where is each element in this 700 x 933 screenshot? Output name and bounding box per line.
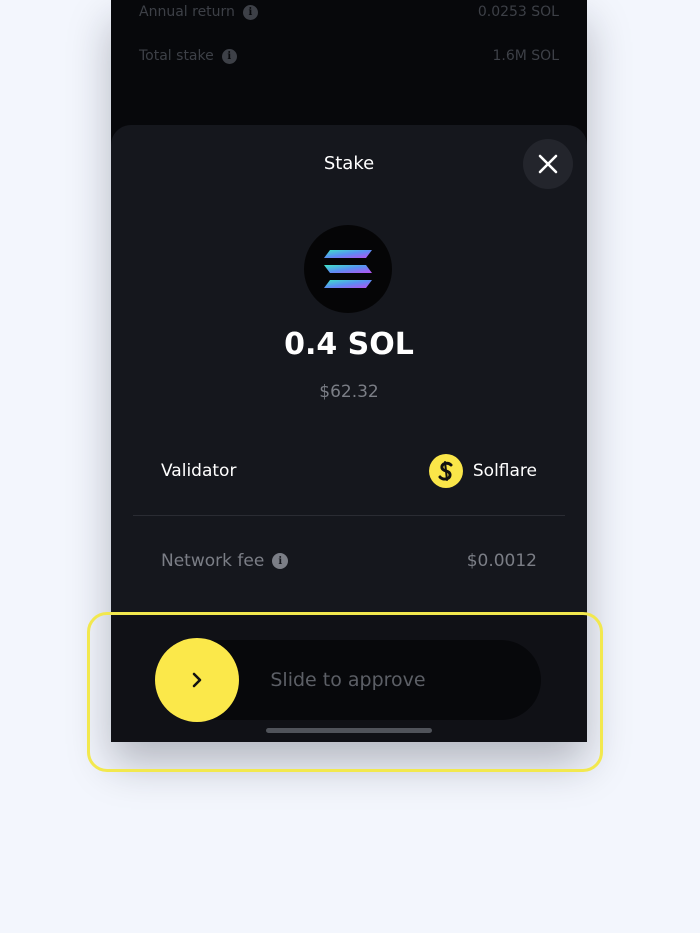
- total-stake-row: Total stake i 1.6M SOL: [139, 44, 559, 68]
- phone-screen: Annual return i 0.0253 SOL Total stake i…: [111, 0, 587, 742]
- stake-amount: 0.4 SOL: [284, 327, 414, 362]
- info-icon[interactable]: i: [272, 553, 289, 569]
- chevron-right-icon: [192, 672, 202, 688]
- info-icon[interactable]: i: [242, 4, 258, 20]
- sheet-title: Stake: [323, 153, 375, 174]
- solflare-icon: [438, 461, 453, 481]
- network-fee-label: Network fee: [161, 551, 265, 571]
- total-stake-label: Total stake: [139, 48, 214, 64]
- validator-label: Validator: [161, 461, 237, 481]
- approve-footer: Slide to approve: [111, 615, 587, 742]
- close-button[interactable]: [523, 139, 573, 189]
- network-fee-row: Network fee i $0.0012: [161, 543, 537, 579]
- home-indicator: [266, 728, 432, 733]
- slider-handle[interactable]: [155, 638, 239, 722]
- solana-logo: [304, 225, 392, 313]
- network-fee-value: $0.0012: [466, 551, 537, 571]
- solflare-logo: [428, 454, 463, 488]
- validator-value: Solflare: [428, 454, 537, 488]
- divider: [133, 515, 565, 516]
- slide-to-approve-slider[interactable]: Slide to approve: [155, 638, 541, 722]
- close-icon: [538, 154, 558, 174]
- annual-return-label: Annual return: [139, 4, 235, 20]
- annual-return-row: Annual return i 0.0253 SOL: [139, 0, 559, 24]
- stake-usd-value: $62.32: [319, 382, 379, 402]
- validator-name: Solflare: [472, 461, 537, 481]
- solana-icon: [324, 250, 372, 288]
- info-icon[interactable]: i: [221, 48, 237, 64]
- validator-row: Validator Solflare: [161, 453, 537, 489]
- annual-return-value: 0.0253 SOL: [477, 4, 559, 20]
- total-stake-value: 1.6M SOL: [492, 48, 560, 64]
